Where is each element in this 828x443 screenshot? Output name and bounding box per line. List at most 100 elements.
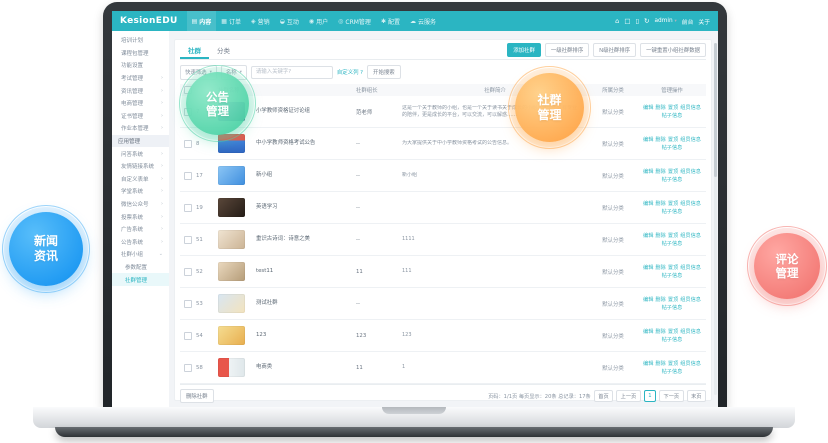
row-checkbox[interactable] bbox=[184, 140, 192, 148]
custom-columns-link[interactable]: 自定义列 ? bbox=[337, 68, 363, 76]
nav-users[interactable]: ◉用户 bbox=[304, 11, 333, 31]
sidebar-item-8[interactable]: 应用管理 bbox=[112, 135, 169, 148]
scrollbar-thumb[interactable] bbox=[714, 43, 717, 177]
action-link-1[interactable]: 删除 bbox=[655, 296, 665, 303]
sidebar-item-14[interactable]: 投票系统› bbox=[112, 210, 169, 223]
action-link-4[interactable]: 帖子信息 bbox=[662, 144, 683, 151]
action-link-4[interactable]: 帖子信息 bbox=[662, 176, 683, 183]
action-link-0[interactable]: 编辑 bbox=[643, 136, 653, 143]
action-link-1[interactable]: 删除 bbox=[655, 328, 665, 335]
action-link-1[interactable]: 删除 bbox=[655, 200, 665, 207]
row-checkbox[interactable] bbox=[184, 172, 192, 180]
sidebar-item-19[interactable]: 社群管理 bbox=[112, 273, 169, 286]
row-checkbox[interactable] bbox=[184, 236, 192, 244]
pager-button-4[interactable]: 末页 bbox=[687, 390, 706, 402]
nav-settings[interactable]: ✱配置 bbox=[376, 11, 405, 31]
nav-cloud[interactable]: ☁云服务 bbox=[405, 11, 441, 31]
action-link-0[interactable]: 编辑 bbox=[643, 200, 653, 207]
add-community-button[interactable]: 添加社群 bbox=[507, 43, 541, 57]
sort-levelN-button[interactable]: N级社群排序 bbox=[593, 43, 636, 57]
action-link-4[interactable]: 帖子信息 bbox=[662, 240, 683, 247]
sidebar-item-6[interactable]: 证书管理› bbox=[112, 110, 169, 123]
sort-level1-button[interactable]: 一级社群排序 bbox=[545, 43, 589, 57]
sidebar-item-16[interactable]: 公告系统› bbox=[112, 236, 169, 249]
desktop-icon[interactable]: □ bbox=[624, 17, 630, 25]
action-link-1[interactable]: 删除 bbox=[655, 232, 665, 239]
action-link-0[interactable]: 编辑 bbox=[643, 264, 653, 271]
action-link-1[interactable]: 删除 bbox=[655, 264, 665, 271]
admin-menu[interactable]: admin ▾ bbox=[655, 18, 677, 24]
sidebar-item-9[interactable]: 问答系统› bbox=[112, 147, 169, 160]
sidebar-item-5[interactable]: 电商管理› bbox=[112, 97, 169, 110]
sidebar-item-15[interactable]: 广告系统› bbox=[112, 223, 169, 236]
action-link-4[interactable]: 帖子信息 bbox=[662, 336, 683, 343]
action-link-3[interactable]: 组员信息 bbox=[680, 264, 701, 271]
sidebar-item-4[interactable]: 资讯管理› bbox=[112, 84, 169, 97]
row-checkbox[interactable] bbox=[184, 204, 192, 212]
sidebar-item-0[interactable]: 培训计划 bbox=[112, 34, 169, 47]
pager-button-2[interactable]: 1 bbox=[644, 390, 656, 402]
action-link-4[interactable]: 帖子信息 bbox=[662, 112, 683, 119]
action-link-2[interactable]: 置顶 bbox=[668, 168, 678, 175]
sidebar-item-17[interactable]: 社群小组⌄ bbox=[112, 248, 169, 261]
tab-category[interactable]: 分类 bbox=[209, 40, 238, 59]
delete-community-button[interactable]: 删除社群 bbox=[180, 389, 214, 403]
action-link-3[interactable]: 组员信息 bbox=[680, 232, 701, 239]
frontend-link[interactable]: 前台 bbox=[682, 17, 694, 26]
nav-interaction[interactable]: ◒互动 bbox=[275, 11, 304, 31]
action-link-1[interactable]: 删除 bbox=[655, 136, 665, 143]
action-link-0[interactable]: 编辑 bbox=[643, 168, 653, 175]
action-link-4[interactable]: 帖子信息 bbox=[662, 368, 683, 375]
action-link-2[interactable]: 置顶 bbox=[668, 200, 678, 207]
sidebar-item-7[interactable]: 作业本管理› bbox=[112, 122, 169, 135]
nav-marketing[interactable]: ◈营销 bbox=[246, 11, 275, 31]
action-link-3[interactable]: 组员信息 bbox=[680, 296, 701, 303]
tab-community[interactable]: 社群 bbox=[180, 40, 209, 59]
sync-icon[interactable]: ↻ bbox=[644, 17, 649, 25]
about-link[interactable]: 关于 bbox=[698, 17, 710, 26]
pager-button-3[interactable]: 下一页 bbox=[659, 390, 684, 402]
action-link-3[interactable]: 组员信息 bbox=[680, 168, 701, 175]
action-link-3[interactable]: 组员信息 bbox=[680, 360, 701, 367]
action-link-3[interactable]: 组员信息 bbox=[680, 104, 701, 111]
action-link-3[interactable]: 组员信息 bbox=[680, 200, 701, 207]
action-link-2[interactable]: 置顶 bbox=[668, 136, 678, 143]
action-link-4[interactable]: 帖子信息 bbox=[662, 272, 683, 279]
action-link-2[interactable]: 置顶 bbox=[668, 264, 678, 271]
action-link-2[interactable]: 置顶 bbox=[668, 328, 678, 335]
nav-content[interactable]: ▤内容 bbox=[187, 11, 217, 31]
action-link-3[interactable]: 组员信息 bbox=[680, 328, 701, 335]
action-link-1[interactable]: 删除 bbox=[655, 168, 665, 175]
action-link-2[interactable]: 置顶 bbox=[668, 360, 678, 367]
sidebar-item-10[interactable]: 友情链接系统› bbox=[112, 160, 169, 173]
action-link-4[interactable]: 帖子信息 bbox=[662, 304, 683, 311]
action-link-3[interactable]: 组员信息 bbox=[680, 136, 701, 143]
sidebar-item-3[interactable]: 考试管理› bbox=[112, 72, 169, 85]
row-checkbox[interactable] bbox=[184, 268, 192, 276]
sidebar-item-2[interactable]: 功能设置 bbox=[112, 59, 169, 72]
row-checkbox[interactable] bbox=[184, 364, 192, 372]
action-link-0[interactable]: 编辑 bbox=[643, 296, 653, 303]
sidebar-item-18[interactable]: 参数配置 bbox=[112, 261, 169, 274]
sidebar-item-1[interactable]: 课程包管理 bbox=[112, 47, 169, 60]
action-link-1[interactable]: 删除 bbox=[655, 104, 665, 111]
action-link-4[interactable]: 帖子信息 bbox=[662, 208, 683, 215]
mobile-icon[interactable]: ▯ bbox=[635, 17, 639, 25]
nav-orders[interactable]: ▦订单 bbox=[216, 11, 246, 31]
scrollbar[interactable] bbox=[714, 43, 717, 395]
sidebar-item-11[interactable]: 自定义表单› bbox=[112, 173, 169, 186]
action-link-0[interactable]: 编辑 bbox=[643, 232, 653, 239]
search-button[interactable]: 开始搜索 bbox=[367, 65, 401, 79]
action-link-0[interactable]: 编辑 bbox=[643, 360, 653, 367]
sidebar-item-13[interactable]: 微信公众号› bbox=[112, 198, 169, 211]
row-checkbox[interactable] bbox=[184, 332, 192, 340]
action-link-0[interactable]: 编辑 bbox=[643, 328, 653, 335]
action-link-2[interactable]: 置顶 bbox=[668, 296, 678, 303]
reset-group-data-button[interactable]: 一键重置小组社群数据 bbox=[640, 43, 706, 57]
pager-button-1[interactable]: 上一页 bbox=[616, 390, 641, 402]
nav-crm[interactable]: ◎CRM管理 bbox=[333, 11, 376, 31]
home-icon[interactable]: ⌂ bbox=[615, 17, 619, 25]
action-link-2[interactable]: 置顶 bbox=[668, 232, 678, 239]
row-checkbox[interactable] bbox=[184, 300, 192, 308]
action-link-2[interactable]: 置顶 bbox=[668, 104, 678, 111]
